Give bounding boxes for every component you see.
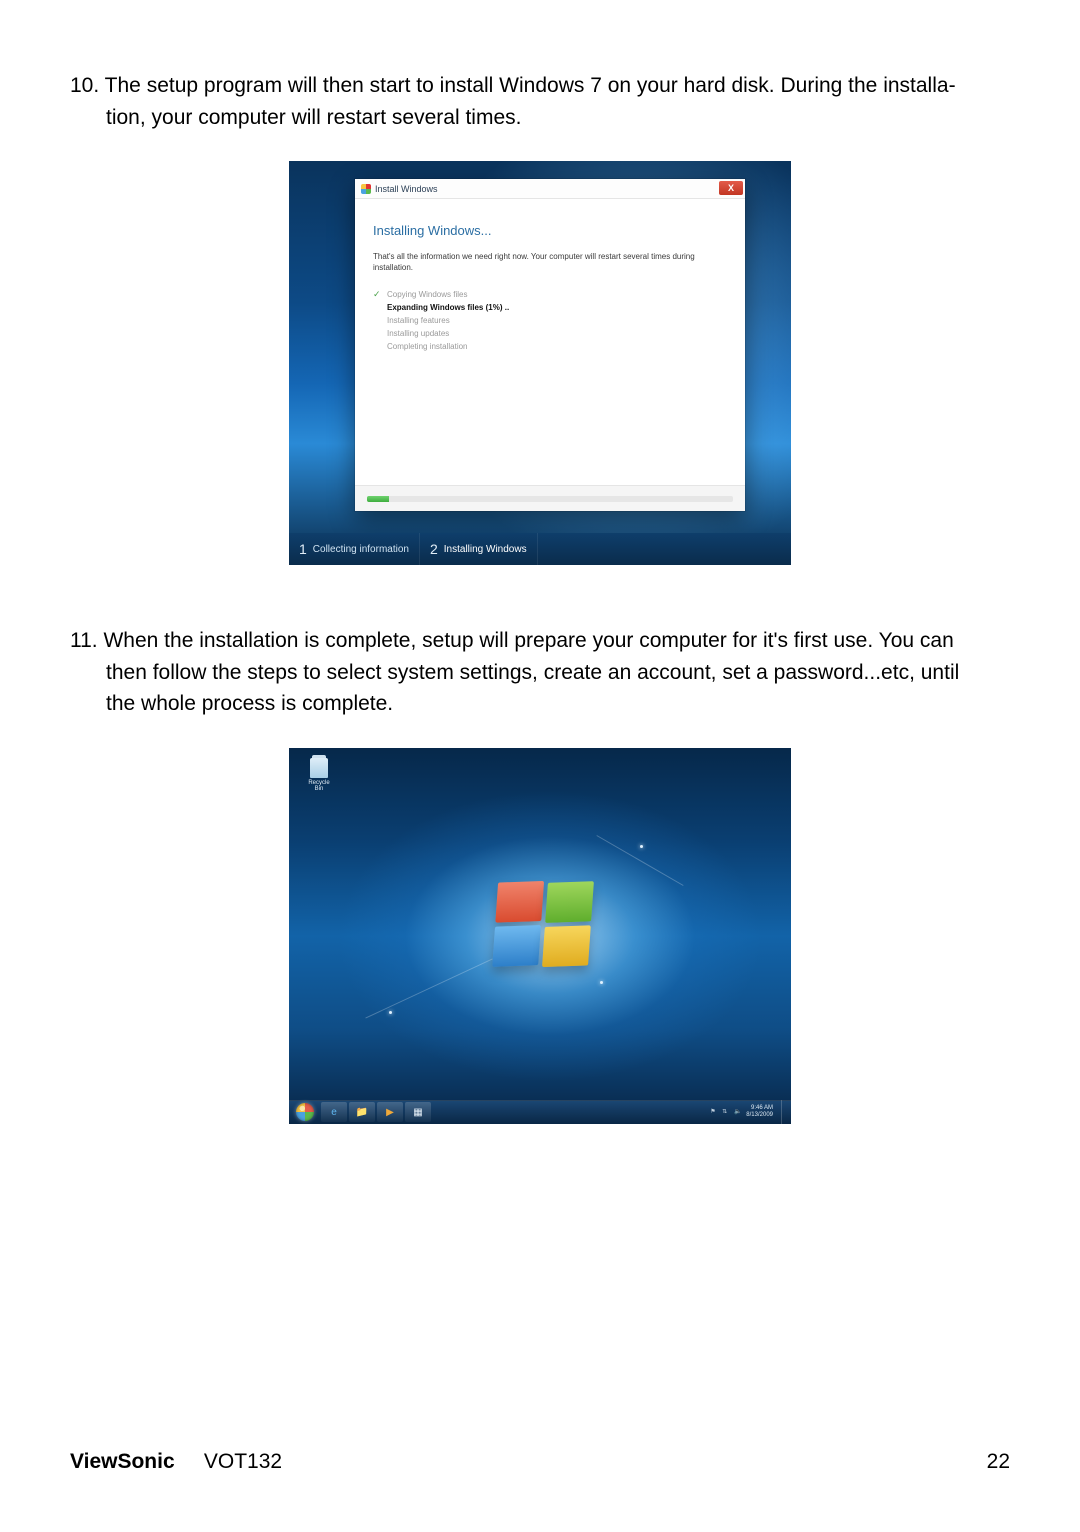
taskbar: e 📁 ▶ ▦ ⚑ ⇅ 🔈 9:46 AM 8/13/2009 <box>289 1100 791 1124</box>
recycle-bin-icon[interactable]: Recycle Bin <box>305 758 333 792</box>
install-steps-list: Copying Windows files Expanding Windows … <box>373 288 727 353</box>
step-11-line1: When the installation is complete, setup… <box>103 629 953 652</box>
progress-area <box>355 485 745 511</box>
logo-pane-blue <box>492 925 541 967</box>
step-10-line1: The setup program will then start to ins… <box>105 74 956 97</box>
step-installing-updates: Installing updates <box>373 327 727 340</box>
brand-name: ViewSonic <box>70 1450 175 1473</box>
system-tray: ⚑ ⇅ 🔈 9:46 AM 8/13/2009 <box>710 1100 791 1124</box>
step-11-line2: then follow the steps to select system s… <box>70 657 1010 689</box>
wizard-footer-steps: 1 Collecting information 2 Installing Wi… <box>289 533 791 565</box>
taskbar-pinned-button[interactable]: ▦ <box>405 1102 431 1122</box>
step-11-number: 11. <box>70 629 98 652</box>
step-11-line3: the whole process is complete. <box>70 688 1010 720</box>
sparkle <box>600 981 603 984</box>
step-10-line2: tion, your computer will restart several… <box>70 102 1010 134</box>
clock-date: 8/13/2009 <box>746 1112 773 1119</box>
dialog-heading: Installing Windows... <box>373 223 727 238</box>
footer-step-2: 2 Installing Windows <box>420 533 538 565</box>
taskbar-ie-button[interactable]: e <box>321 1102 347 1122</box>
install-windows-dialog: Install Windows X Installing Windows... … <box>355 179 745 511</box>
recycle-bin-label: Recycle Bin <box>305 780 333 792</box>
windows-logo <box>492 879 594 971</box>
page-footer: ViewSonic VOT132 22 <box>70 1450 1010 1474</box>
step-10-number: 10. <box>70 74 99 97</box>
taskbar-media-player-button[interactable]: ▶ <box>377 1102 403 1122</box>
step-expanding-files: Expanding Windows files (1%) .. <box>373 301 727 314</box>
footer-brand: ViewSonic VOT132 <box>70 1450 282 1474</box>
folder-icon: 📁 <box>356 1107 368 1118</box>
page-number: 22 <box>987 1450 1010 1474</box>
model-name: VOT132 <box>204 1450 282 1473</box>
footer-step-2-label: Installing Windows <box>444 544 527 555</box>
close-icon: X <box>728 183 734 193</box>
step-10-text: 10. The setup program will then start to… <box>70 70 1010 133</box>
tray-clock[interactable]: 9:46 AM 8/13/2009 <box>746 1105 773 1118</box>
windows-flag-icon <box>361 184 371 194</box>
screenshot-install-wizard: Install Windows X Installing Windows... … <box>289 161 791 565</box>
media-player-icon: ▶ <box>386 1107 394 1118</box>
close-button[interactable]: X <box>719 181 743 195</box>
step-copying-files: Copying Windows files <box>373 288 727 301</box>
progress-fill <box>367 496 389 502</box>
logo-pane-yellow <box>542 925 591 967</box>
tray-flag-icon[interactable]: ⚑ <box>710 1108 718 1116</box>
app-icon: ▦ <box>413 1107 422 1118</box>
screenshot-windows-desktop: Recycle Bin e 📁 ▶ ▦ ⚑ ⇅ 🔈 <box>289 748 791 1124</box>
start-button[interactable] <box>291 1101 319 1123</box>
footer-step-1: 1 Collecting information <box>289 533 420 565</box>
step-installing-features: Installing features <box>373 314 727 327</box>
footer-step-1-label: Collecting information <box>313 544 409 555</box>
dialog-body: Installing Windows... That's all the inf… <box>355 199 745 353</box>
tray-volume-icon[interactable]: 🔈 <box>734 1108 742 1116</box>
tray-network-icon[interactable]: ⇅ <box>722 1108 730 1116</box>
taskbar-explorer-button[interactable]: 📁 <box>349 1102 375 1122</box>
dialog-title-text: Install Windows <box>375 184 438 194</box>
dialog-titlebar: Install Windows X <box>355 179 745 199</box>
dialog-info-text: That's all the information we need right… <box>373 252 727 274</box>
ie-icon: e <box>331 1107 337 1118</box>
logo-pane-green <box>545 881 594 923</box>
clock-time: 9:46 AM <box>746 1105 773 1112</box>
show-desktop-button[interactable] <box>781 1100 787 1124</box>
logo-pane-red <box>495 880 544 922</box>
step-completing-installation: Completing installation <box>373 340 727 353</box>
start-orb-icon <box>296 1103 314 1121</box>
footer-step-2-number: 2 <box>430 541 438 557</box>
manual-page: 10. The setup program will then start to… <box>0 0 1080 1532</box>
step-11-text: 11. When the installation is complete, s… <box>70 625 1010 720</box>
footer-step-1-number: 1 <box>299 541 307 557</box>
recycle-bin-glyph <box>310 758 328 778</box>
progress-bar <box>367 496 733 502</box>
